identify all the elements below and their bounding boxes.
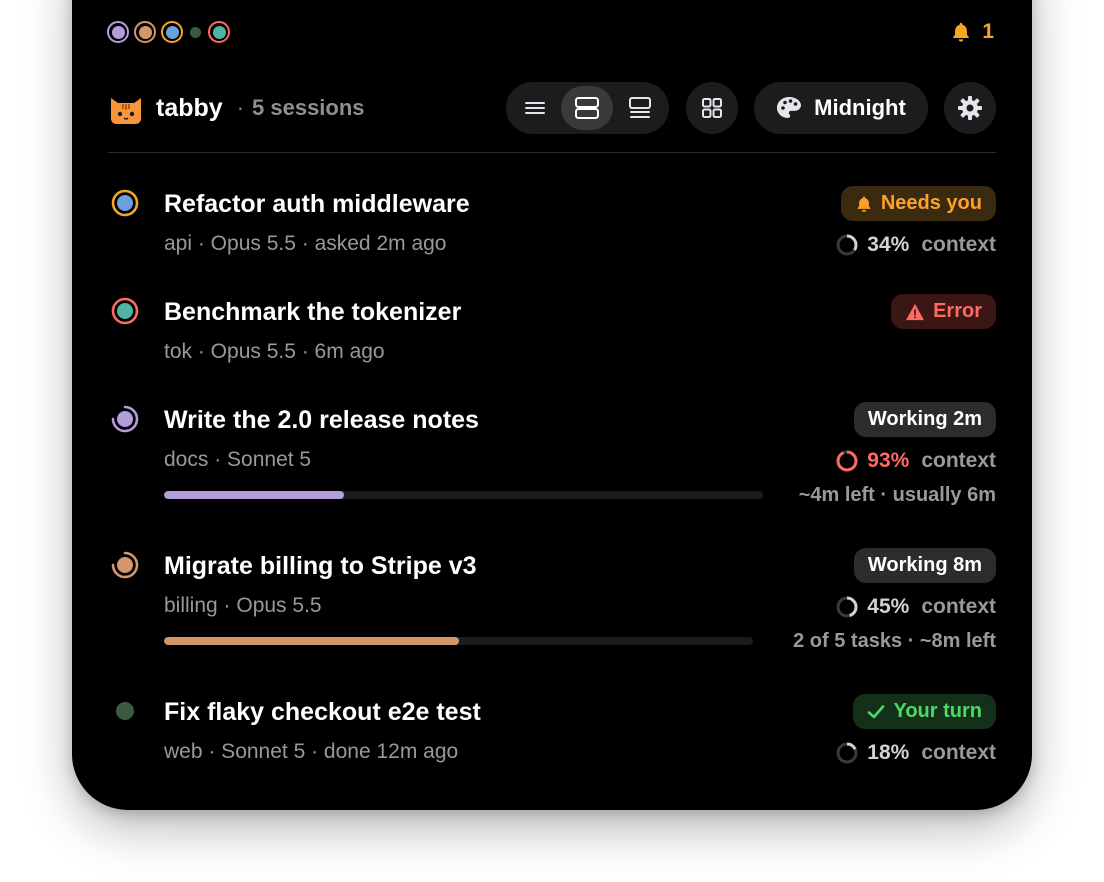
- session-row[interactable]: Write the 2.0 release notes docs · Sonne…: [108, 402, 996, 512]
- context-gauge-icon: [836, 450, 858, 472]
- notification-count: 1: [982, 20, 994, 43]
- context-label: context: [921, 449, 996, 472]
- status-badge-label: Working 8m: [867, 554, 982, 576]
- progress-fill: [164, 637, 459, 645]
- theme-button[interactable]: Midnight: [754, 82, 928, 134]
- header-divider: [108, 152, 996, 153]
- status-badge-label: Needs you: [880, 192, 982, 214]
- progress-bar: [164, 491, 763, 499]
- context-percent: 45%: [867, 595, 910, 618]
- session-title: Fix flaky checkout e2e test: [164, 698, 481, 726]
- context-label: context: [921, 741, 996, 764]
- gauge-fill: [836, 450, 858, 472]
- status-badge[interactable]: Your turn: [853, 694, 996, 729]
- compact-view-button[interactable]: [511, 86, 559, 130]
- bell-icon: [953, 22, 970, 42]
- comfortable-view-button[interactable]: [561, 86, 614, 130]
- context-usage: 93% context: [835, 448, 996, 474]
- context-gauge-icon: [836, 742, 858, 764]
- gear-icon: [958, 96, 982, 120]
- session-row[interactable]: Benchmark the tokenizer tok · Opus 5.5 ·…: [108, 294, 996, 374]
- status-badge-label: Error: [933, 300, 982, 322]
- session-row[interactable]: Migrate billing to Stripe v3 billing · O…: [108, 548, 996, 658]
- status-dot-tok[interactable]: [208, 21, 230, 43]
- progress-text: ~4m left · usually 6m: [798, 484, 996, 506]
- app-identity: tabby · 5 sessions: [108, 90, 365, 126]
- list-detail-icon: [628, 97, 651, 118]
- context-usage: 34% context: [835, 232, 996, 258]
- status-dot-docs[interactable]: [107, 21, 129, 43]
- working-spinner-icon: [111, 551, 139, 579]
- status-dot-web[interactable]: [190, 26, 201, 38]
- status-ring-icon: [111, 297, 139, 325]
- grid-icon: [702, 98, 722, 118]
- context-usage: 45% context: [835, 594, 996, 620]
- header: tabby · 5 sessions Midnight: [108, 82, 996, 134]
- progress-text: 2 of 5 tasks · ~8m left: [793, 630, 996, 652]
- session-title: Refactor auth middleware: [164, 190, 470, 218]
- session-title: Write the 2.0 release notes: [164, 406, 479, 434]
- session-row[interactable]: Refactor auth middleware api · Opus 5.5 …: [108, 186, 996, 266]
- session-meta: web · Sonnet 5 · done 12m ago: [164, 740, 459, 763]
- session-count: 5 sessions: [252, 95, 365, 120]
- session-meta: billing · Opus 5.5: [164, 594, 322, 617]
- session-status-strip: [107, 19, 230, 45]
- status-badge-label: Working 2m: [867, 408, 982, 430]
- status-badge[interactable]: Error: [891, 294, 996, 329]
- warning-icon: [906, 303, 925, 320]
- grid-view-button[interactable]: [686, 82, 738, 134]
- status-badge[interactable]: Working 8m: [853, 548, 996, 583]
- header-separator: ·: [236, 95, 245, 120]
- session-meta: api · Opus 5.5 · asked 2m ago: [164, 232, 447, 255]
- progress-bar: [164, 637, 753, 645]
- session-title: Benchmark the tokenizer: [164, 298, 462, 326]
- notification-indicator[interactable]: 1: [950, 19, 994, 45]
- context-usage: 18% context: [835, 740, 996, 766]
- context-label: context: [921, 233, 996, 256]
- list-rows-icon: [575, 97, 600, 119]
- context-percent: 93%: [867, 449, 910, 472]
- status-badge[interactable]: Working 2m: [853, 402, 996, 437]
- session-title: Migrate billing to Stripe v3: [164, 552, 477, 580]
- context-label: context: [921, 595, 996, 618]
- working-spinner-icon: [111, 405, 139, 433]
- session-row[interactable]: Fix flaky checkout e2e test web · Sonnet…: [108, 694, 996, 774]
- status-ring-icon: [111, 189, 139, 217]
- detailed-view-button[interactable]: [616, 86, 664, 130]
- idle-dot-icon: [116, 702, 134, 720]
- context-percent: 18%: [867, 741, 910, 764]
- list-compact-icon: [525, 102, 546, 114]
- settings-button[interactable]: [944, 82, 996, 134]
- status-dot-billing[interactable]: [134, 21, 156, 43]
- status-badge[interactable]: Needs you: [840, 186, 996, 221]
- status-badge-label: Your turn: [893, 700, 982, 722]
- context-percent: 34%: [867, 233, 910, 256]
- bell-icon: [857, 196, 871, 212]
- app-name: tabby: [156, 93, 223, 122]
- progress-fill: [164, 491, 344, 499]
- palette-icon: [777, 97, 802, 118]
- context-gauge-icon: [836, 234, 858, 256]
- status-dot-api[interactable]: [161, 21, 183, 43]
- context-gauge-icon: [836, 596, 858, 618]
- session-meta: docs · Sonnet 5: [164, 448, 312, 471]
- checkmark-icon: [868, 704, 885, 718]
- session-meta: tok · Opus 5.5 · 6m ago: [164, 340, 385, 363]
- theme-label: Midnight: [814, 95, 906, 120]
- tabby-cat-icon: [111, 98, 141, 124]
- density-toggle: [506, 82, 669, 134]
